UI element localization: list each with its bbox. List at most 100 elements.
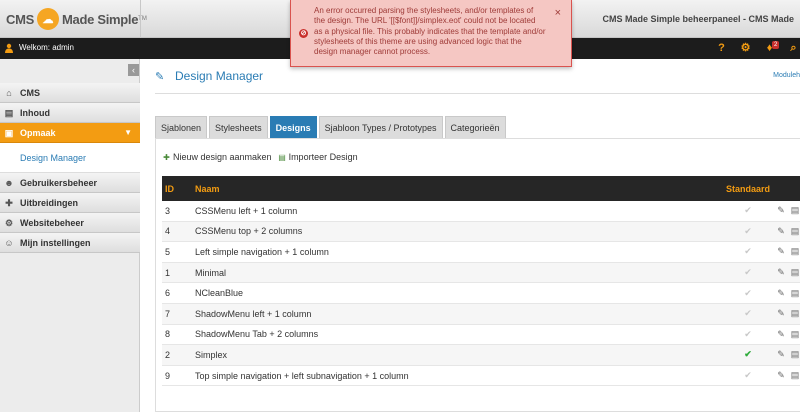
row-name[interactable]: Top simple navigation + left subnavigati… [195, 371, 724, 381]
table-row[interactable]: 7 ShadowMenu left + 1 column ✔ ✎ ▤ [162, 303, 800, 325]
table-row[interactable]: 2 Simplex ✔ ✎ ▤ [162, 345, 800, 366]
row-actions: ✎ ▤ [772, 370, 800, 381]
new-design-button[interactable]: ✚ Nieuw design aanmaken [162, 152, 272, 162]
sidebar-item-websitebeheer[interactable]: ⚙ Websitebeheer [0, 213, 140, 233]
tab-sjablonen[interactable]: Sjablonen [155, 116, 208, 138]
copy-icon[interactable]: ▤ [790, 246, 800, 257]
logo[interactable]: CMS ☁ Made Simple TM [6, 6, 147, 32]
collapse-sidebar-button[interactable]: ‹ [128, 64, 139, 76]
sidebar-item-mijn-instellingen[interactable]: ☺ Mijn instellingen [0, 233, 140, 253]
tab-stylesheets[interactable]: Stylesheets [209, 116, 268, 138]
sidebar-item-label: Inhoud [20, 107, 50, 118]
copy-icon[interactable]: ▤ [790, 226, 800, 237]
users-icon: ☻ [4, 177, 14, 188]
welcome-text: Welkom: admin [19, 43, 74, 52]
error-icon: ⊘ [299, 29, 308, 38]
row-id: 7 [165, 308, 171, 319]
copy-icon[interactable]: ▤ [790, 308, 800, 319]
gear-icon[interactable]: ⚙ [739, 42, 752, 55]
header-divider [140, 0, 141, 38]
default-check-icon[interactable]: ✔ [724, 329, 772, 340]
table-row[interactable]: 1 Minimal ✔ ✎ ▤ [162, 262, 800, 284]
notification-badge: 2 [772, 41, 780, 49]
default-check-icon[interactable]: ✔ [724, 267, 772, 278]
copy-icon[interactable]: ▤ [790, 205, 800, 216]
import-design-button[interactable]: ▤ Importeer Design [278, 152, 358, 162]
copy-icon[interactable]: ▤ [790, 288, 800, 299]
edit-icon[interactable]: ✎ [776, 288, 786, 299]
default-check-icon[interactable]: ✔ [724, 288, 772, 299]
row-name[interactable]: ShadowMenu Tab + 2 columns [195, 329, 724, 339]
tab-categorieen[interactable]: Categorieën [444, 116, 506, 138]
page-title: Design Manager [175, 69, 264, 83]
new-design-label: Nieuw design aanmaken [173, 152, 272, 162]
error-notification: ⊘ An error occurred parsing the styleshe… [290, 0, 572, 67]
copy-icon[interactable]: ▤ [790, 349, 800, 360]
edit-icon[interactable]: ✎ [776, 308, 786, 319]
header-default: Standaard [725, 183, 770, 194]
row-name[interactable]: Minimal [195, 268, 724, 278]
search-icon[interactable]: ⌕ [787, 42, 800, 55]
edit-icon[interactable]: ✎ [776, 246, 786, 257]
row-name[interactable]: NCleanBlue [195, 288, 724, 298]
row-actions: ✎ ▤ [772, 288, 800, 299]
close-icon[interactable]: × [555, 7, 561, 19]
import-design-label: Importeer Design [288, 152, 358, 162]
default-check-icon[interactable]: ✔ [724, 226, 772, 237]
row-name[interactable]: CSSMenu top + 2 columns [195, 226, 724, 236]
chevron-down-icon: ▼ [124, 128, 132, 137]
edit-icon[interactable]: ✎ [776, 349, 786, 360]
title-divider [155, 93, 800, 94]
default-check-icon[interactable]: ✔ [724, 308, 772, 319]
sidebar-item-opmaak[interactable]: ▣ Opmaak ▼ [0, 123, 140, 143]
sidebar-item-gebruikersbeheer[interactable]: ☻ Gebruikersbeheer [0, 173, 140, 193]
default-check-icon[interactable]: ✔ [724, 246, 772, 257]
default-check-icon[interactable]: ✔ [724, 349, 772, 360]
row-name[interactable]: Left simple navigation + 1 column [195, 247, 724, 257]
default-check-icon[interactable]: ✔ [724, 205, 772, 216]
copy-icon[interactable]: ▤ [790, 267, 800, 278]
row-name[interactable]: CSSMenu left + 1 column [195, 206, 724, 216]
edit-icon[interactable]: ✎ [776, 267, 786, 278]
sidebar-subitem-design-manager[interactable]: Design Manager [0, 143, 140, 173]
row-name[interactable]: ShadowMenu left + 1 column [195, 309, 724, 319]
row-id: 8 [165, 329, 171, 340]
help-icon[interactable]: ? [715, 42, 728, 55]
logo-text-right: Made Simple [62, 11, 139, 27]
main-content: ✎ Design Manager Moduleh Sjablonen Style… [141, 59, 800, 412]
module-help-link[interactable]: Moduleh [773, 72, 800, 79]
copy-icon[interactable]: ▤ [790, 329, 800, 340]
edit-icon[interactable]: ✎ [776, 205, 786, 216]
sidebar-item-uitbreidingen[interactable]: ✚ Uitbreidingen [0, 193, 140, 213]
sidebar-item-label: CMS [20, 87, 40, 98]
edit-icon[interactable]: ✎ [776, 329, 786, 340]
edit-icon[interactable]: ✎ [776, 370, 786, 381]
edit-icon[interactable]: ✎ [776, 226, 786, 237]
sidebar-item-label: Opmaak [20, 127, 56, 138]
row-id: 4 [165, 226, 171, 237]
table-row[interactable]: 3 CSSMenu left + 1 column ✔ ✎ ▤ [162, 201, 800, 222]
row-name[interactable]: Simplex [195, 350, 724, 360]
row-actions: ✎ ▤ [772, 308, 800, 319]
table-row[interactable]: 9 Top simple navigation + left subnavigat… [162, 366, 800, 387]
content-icon: ▤ [4, 107, 14, 118]
designs-panel: ✚ Nieuw design aanmaken ▤ Importeer Desi… [155, 138, 800, 412]
default-check-icon[interactable]: ✔ [724, 370, 772, 381]
tab-sjabloon-types[interactable]: Sjabloon Types / Prototypes [318, 116, 443, 138]
table-header: ID Naam Standaard [162, 176, 800, 201]
table-row[interactable]: 4 CSSMenu top + 2 columns ✔ ✎ ▤ [162, 221, 800, 243]
copy-icon[interactable]: ▤ [790, 370, 800, 381]
table-row[interactable]: 6 NCleanBlue ✔ ✎ ▤ [162, 283, 800, 304]
logo-text-left: CMS [6, 11, 34, 27]
sidebar-item-cms[interactable]: ⌂ CMS [0, 83, 140, 103]
tab-designs[interactable]: Designs [269, 116, 317, 138]
table-body: 3 CSSMenu left + 1 column ✔ ✎ ▤ 4 CSSMenu top … [162, 201, 800, 387]
header-id[interactable]: ID [162, 184, 195, 194]
sidebar-item-inhoud[interactable]: ▤ Inhoud [0, 103, 140, 123]
home-icon: ⌂ [6, 87, 12, 98]
table-row[interactable]: 5 Left simple navigation + 1 column ✔ ✎ ▤ [162, 242, 800, 263]
table-row[interactable]: 8 ShadowMenu Tab + 2 columns ✔ ✎ ▤ [162, 325, 800, 346]
import-icon: ▤ [278, 152, 286, 162]
header-name[interactable]: Naam [195, 184, 724, 194]
error-message: An error occurred parsing the stylesheet… [314, 6, 546, 57]
